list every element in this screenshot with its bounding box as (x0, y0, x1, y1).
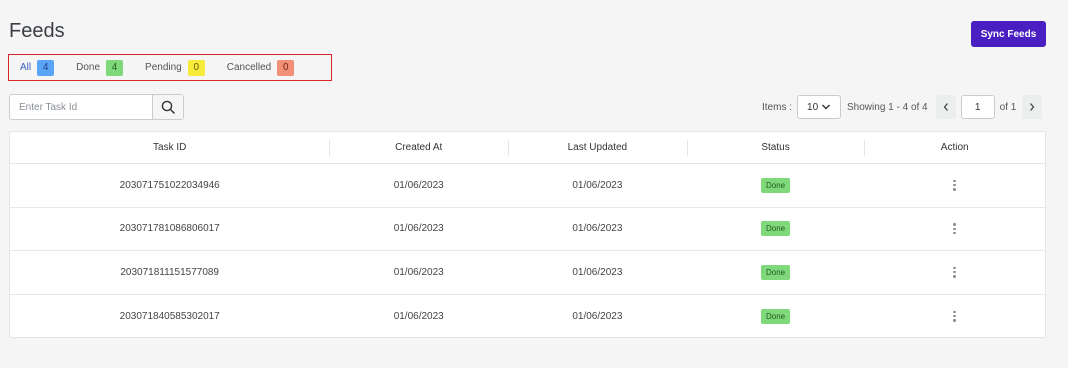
filter-all[interactable]: All 4 (20, 59, 55, 76)
of-text: of (999, 101, 1008, 113)
filter-label: Pending (145, 62, 182, 73)
search-icon (161, 100, 175, 114)
search-button[interactable] (152, 95, 183, 119)
sync-feeds-button[interactable]: Sync Feeds (971, 21, 1046, 47)
task-id-cell: 203071781086806017 (119, 223, 220, 235)
filter-label: All (20, 62, 32, 73)
created-at-cell: 01/06/2023 (393, 179, 444, 191)
page-number-input[interactable] (960, 95, 995, 119)
column-header-task-id: Task ID (153, 142, 187, 153)
column-header-last-updated: Last Updated (508, 132, 687, 163)
filter-count-badge: 4 (37, 59, 55, 76)
table-row: 203071811151577089 01/06/2023 01/06/2023… (10, 251, 1045, 295)
chevron-right-icon (1030, 103, 1035, 111)
table-header: Task ID Created At Last Updated Status A… (10, 132, 1045, 164)
task-id-search-input[interactable] (10, 95, 152, 119)
next-page-button[interactable] (1022, 95, 1043, 119)
column-header-status: Status (686, 132, 865, 163)
chevron-left-icon (943, 103, 948, 111)
table-row: 203071781086806017 01/06/2023 01/06/2023… (10, 208, 1045, 251)
kebab-menu-icon[interactable] (949, 309, 959, 324)
created-at-cell: 01/06/2023 (393, 310, 444, 322)
page-of-label: of 1 (1000, 102, 1017, 113)
created-at-cell: 01/06/2023 (393, 266, 444, 278)
action-cell (864, 178, 1045, 193)
filter-label: Cancelled (226, 62, 272, 73)
action-cell (864, 221, 1045, 236)
action-cell (864, 309, 1045, 324)
items-per-page-value: 10 (807, 101, 819, 113)
column-header-created-at: Created At (329, 132, 508, 163)
status-cell: Done (687, 177, 865, 193)
task-search (9, 94, 184, 120)
filter-count-badge: 0 (277, 59, 295, 76)
task-id-cell: 203071811151577089 (120, 266, 219, 278)
last-updated-cell: 01/06/2023 (572, 266, 623, 278)
column-header-action: Action (864, 132, 1045, 163)
prev-page-button[interactable] (935, 95, 956, 119)
chevron-down-icon (822, 104, 831, 110)
page-title: Feeds (9, 20, 65, 42)
filter-pending[interactable]: Pending 0 (145, 59, 205, 76)
items-per-page-select[interactable]: 10 (797, 95, 842, 119)
table-row: 203071840585302017 01/06/2023 01/06/2023… (10, 295, 1045, 339)
last-updated-cell: 01/06/2023 (572, 223, 623, 235)
kebab-menu-icon[interactable] (949, 178, 959, 193)
status-badge: Done (760, 308, 791, 324)
last-updated-cell: 01/06/2023 (572, 310, 623, 322)
filter-done[interactable]: Done 4 (76, 59, 124, 76)
status-badge: Done (760, 221, 791, 237)
status-badge: Done (760, 177, 791, 193)
task-id-cell: 203071751022034946 (119, 179, 220, 191)
task-id-cell: 203071840585302017 (119, 310, 220, 322)
total-pages: 1 (1010, 101, 1017, 113)
status-badge: Done (760, 264, 791, 280)
status-cell: Done (687, 308, 865, 324)
filter-count-badge: 4 (106, 59, 124, 76)
filter-count-badge: 0 (187, 59, 205, 76)
last-updated-cell: 01/06/2023 (572, 179, 623, 191)
filter-cancelled[interactable]: Cancelled 0 (226, 59, 295, 76)
created-at-cell: 01/06/2023 (393, 223, 444, 235)
table-row: 203071751022034946 01/06/2023 01/06/2023… (10, 164, 1045, 208)
status-filter-bar: All 4 Done 4 Pending 0 Cancelled 0 (8, 54, 332, 81)
pagination-controls: Items : 10 Showing 1 - 4 of 4 of 1 (762, 95, 1043, 119)
feeds-table: Task ID Created At Last Updated Status A… (9, 131, 1046, 338)
items-per-page-label: Items : (762, 101, 793, 113)
action-cell (864, 265, 1045, 280)
kebab-menu-icon[interactable] (949, 221, 959, 236)
status-cell: Done (687, 221, 865, 237)
filter-label: Done (76, 62, 101, 73)
showing-range-text: Showing 1 - 4 of 4 (847, 101, 928, 113)
kebab-menu-icon[interactable] (949, 265, 959, 280)
status-cell: Done (687, 264, 865, 280)
